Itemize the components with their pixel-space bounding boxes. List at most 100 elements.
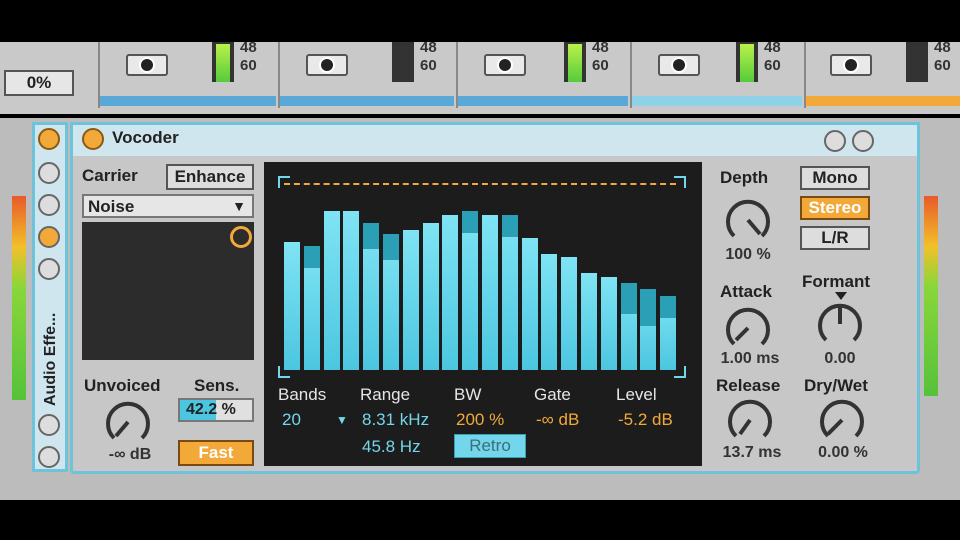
depth-value: 100 %: [725, 246, 771, 263]
bw-label: BW: [454, 385, 482, 404]
carrier-label: Carrier: [82, 166, 138, 185]
range-high-value[interactable]: 8.31 kHz: [362, 410, 429, 430]
band-peak-cap: [462, 211, 479, 233]
device-activator-button[interactable]: [82, 128, 104, 150]
retro-button[interactable]: Retro: [454, 434, 526, 458]
fast-button[interactable]: Fast: [178, 440, 254, 466]
track-color-bar: [280, 96, 454, 106]
meter-scale-top: 48: [240, 39, 257, 56]
knob-icon: [497, 57, 513, 73]
spectrum-band-bar: [323, 211, 340, 370]
pan-knob[interactable]: [126, 54, 168, 76]
knob-icon: [728, 399, 772, 438]
enhance-button[interactable]: Enhance: [166, 164, 254, 190]
gate-value[interactable]: -∞ dB: [536, 410, 579, 430]
spectrum-band-bar: [482, 215, 498, 370]
sens-field[interactable]: 42.2 %: [178, 398, 254, 422]
level-meter: [906, 42, 928, 82]
device-title: Vocoder: [112, 128, 179, 147]
chain-icon[interactable]: [38, 162, 60, 184]
macro-icon[interactable]: [38, 194, 60, 216]
attack-knob[interactable]: [724, 304, 772, 352]
drywet-knob[interactable]: [818, 396, 866, 444]
pan-knob[interactable]: [830, 54, 872, 76]
spectrum-band-bar: [581, 273, 597, 370]
spectrum-bars: [284, 176, 682, 370]
formant-knob[interactable]: [816, 300, 864, 348]
hot-swap-icon[interactable]: [38, 414, 60, 436]
percent-field[interactable]: 0%: [4, 70, 74, 96]
knob-icon: [671, 57, 687, 73]
carrier-select-value: Noise: [88, 197, 135, 216]
release-value: 13.7 ms: [722, 444, 782, 461]
band-peak-cap: [501, 215, 518, 237]
knob-icon: [818, 303, 862, 342]
meter-scale-top: 48: [764, 39, 781, 56]
spectrum-band-bar: [541, 254, 558, 370]
device-list-icon[interactable]: [38, 226, 60, 248]
band-peak-cap: [620, 283, 637, 314]
level-label: Level: [616, 385, 657, 404]
level-meter: [392, 42, 414, 82]
spectrum-band-bar: [462, 211, 479, 370]
carrier-select[interactable]: Noise ▼: [82, 194, 254, 218]
unvoiced-value: -∞ dB: [108, 446, 152, 463]
mono-button[interactable]: Mono: [800, 166, 870, 190]
release-knob[interactable]: [726, 396, 774, 444]
spectrum-band-bar: [521, 238, 538, 370]
unvoiced-knob[interactable]: [104, 398, 152, 446]
spectrum-band-bar: [442, 215, 459, 370]
save-preset-icon[interactable]: [852, 130, 874, 152]
knob-icon: [820, 399, 864, 438]
rack-name: Audio Effe...: [42, 312, 59, 406]
formant-value: 0.00: [824, 350, 856, 367]
meter-scale-top: 48: [420, 39, 437, 56]
spectrum-band-bar: [600, 277, 617, 370]
pan-knob[interactable]: [306, 54, 348, 76]
carrier-xy-pad[interactable]: [82, 222, 254, 360]
spectrum-band-bar: [561, 257, 578, 370]
meter-scale-bottom: 60: [592, 57, 609, 74]
track-color-bar: [632, 96, 802, 106]
spectrum-band-bar: [660, 296, 677, 370]
sens-value: 42.2 %: [186, 401, 236, 418]
pan-knob[interactable]: [658, 54, 700, 76]
save-icon[interactable]: [38, 446, 60, 468]
device-title-bar: [70, 122, 920, 156]
track-color-bar: [806, 96, 960, 106]
lr-button[interactable]: L/R: [800, 226, 870, 250]
spectrum-band-bar: [422, 223, 439, 370]
knob-icon: [726, 307, 770, 346]
meter-scale-bottom: 60: [934, 57, 951, 74]
drywet-label: Dry/Wet: [804, 376, 868, 395]
drywet-value: 0.00 %: [818, 444, 868, 461]
bw-value[interactable]: 200 %: [456, 410, 504, 430]
rack-activator-button[interactable]: [38, 128, 60, 150]
band-peak-cap: [303, 246, 320, 268]
chevron-down-icon[interactable]: ▼: [336, 413, 348, 427]
depth-knob[interactable]: [724, 196, 772, 244]
release-label: Release: [716, 376, 781, 395]
attack-value: 1.00 ms: [720, 350, 780, 367]
band-peak-cap: [660, 296, 677, 318]
range-label: Range: [360, 385, 411, 404]
bands-label: Bands: [278, 385, 327, 404]
bands-value[interactable]: 20: [282, 410, 301, 430]
level-value[interactable]: -5.2 dB: [618, 410, 673, 430]
meter-scale-top: 48: [592, 39, 609, 56]
knob-icon: [139, 57, 155, 73]
knob-icon: [106, 401, 150, 440]
xy-pad-handle[interactable]: [230, 226, 252, 248]
band-peak-cap: [363, 223, 380, 249]
formant-label: Formant: [802, 272, 870, 291]
range-low-value[interactable]: 45.8 Hz: [362, 437, 421, 457]
hot-swap-icon[interactable]: [824, 130, 846, 152]
sens-label: Sens.: [194, 376, 240, 395]
level-meter: [564, 42, 586, 82]
track-color-bar: [458, 96, 628, 106]
pan-knob[interactable]: [484, 54, 526, 76]
spectrum-band-bar: [343, 211, 360, 370]
spectrum-band-bar: [303, 246, 320, 370]
stereo-button[interactable]: Stereo: [800, 196, 870, 220]
knob-icon: [319, 57, 335, 73]
